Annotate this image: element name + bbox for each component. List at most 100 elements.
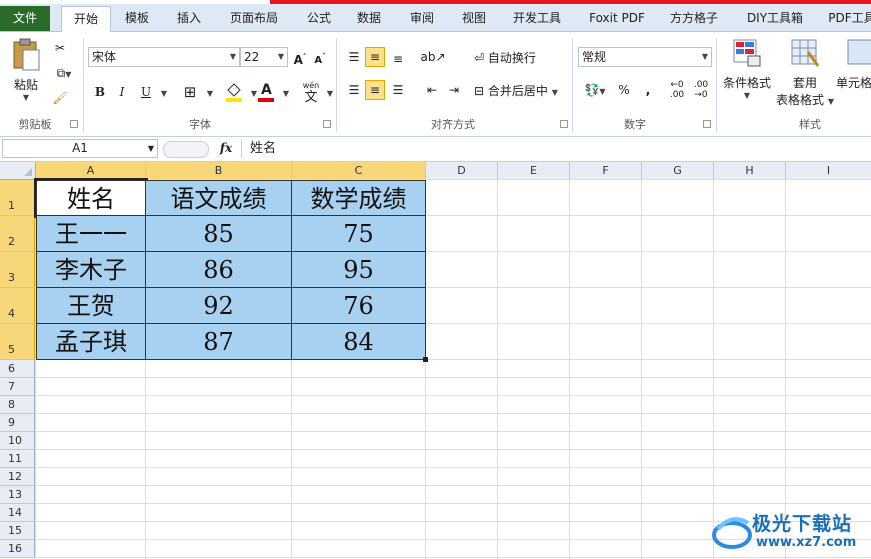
increase-font-button[interactable]: A˄: [290, 47, 310, 67]
fill-color-button[interactable]: [224, 80, 244, 104]
name-box[interactable]: A1 ▼: [2, 139, 158, 158]
border-dropdown[interactable]: ▼: [200, 82, 220, 102]
cell-a5[interactable]: 孟子琪: [36, 324, 146, 360]
font-color-dropdown[interactable]: ▼: [276, 82, 296, 102]
percent-button[interactable]: %: [614, 80, 634, 100]
tab-file[interactable]: 文件: [0, 6, 50, 31]
comma-button[interactable]: ,: [638, 80, 658, 100]
cut-button[interactable]: ✂: [50, 38, 70, 58]
decrease-font-button[interactable]: A˅: [310, 47, 330, 67]
cell-c5[interactable]: 84: [292, 324, 426, 360]
italic-button[interactable]: I: [112, 82, 132, 102]
tab-fangfang-gezi[interactable]: 方方格子: [661, 6, 727, 31]
format-as-table-button[interactable]: 套用 表格格式 ▼: [776, 36, 834, 110]
row-header-11[interactable]: 11: [0, 450, 35, 468]
column-header-c[interactable]: C: [292, 162, 426, 180]
decrease-indent-button[interactable]: ⇤: [422, 80, 442, 100]
align-top-button[interactable]: ☰: [344, 47, 364, 67]
tab-developer[interactable]: 开发工具: [503, 6, 571, 31]
row-header-5[interactable]: 5: [0, 324, 35, 360]
row-header-2[interactable]: 2: [0, 216, 35, 252]
bold-button[interactable]: B: [90, 82, 110, 102]
fill-handle[interactable]: [423, 357, 428, 362]
row-header-6[interactable]: 6: [0, 360, 35, 378]
align-left-button[interactable]: ☰: [344, 80, 364, 100]
tab-home[interactable]: 开始: [61, 6, 111, 32]
column-header-b[interactable]: B: [146, 162, 292, 180]
cell-a4[interactable]: 王贺: [36, 288, 146, 324]
alignment-launcher-icon[interactable]: [560, 120, 568, 128]
insert-function-icon[interactable]: fx: [214, 139, 238, 158]
row-header-14[interactable]: 14: [0, 504, 35, 522]
align-bottom-button[interactable]: ≡: [388, 49, 408, 69]
border-button[interactable]: ⊞: [180, 82, 200, 102]
tab-data[interactable]: 数据: [346, 6, 392, 31]
row-header-8[interactable]: 8: [0, 396, 35, 414]
cell-c3[interactable]: 95: [292, 252, 426, 288]
format-painter-button[interactable]: 🖌: [50, 88, 70, 108]
column-header-g[interactable]: G: [642, 162, 714, 180]
select-all-corner[interactable]: [0, 162, 36, 180]
cell-b3[interactable]: 86: [146, 252, 292, 288]
cell-c1[interactable]: 数学成绩: [292, 180, 426, 216]
decrease-decimal-button[interactable]: .00 →0: [690, 80, 712, 100]
cell-a1[interactable]: 姓名: [34, 178, 148, 218]
tab-pdf-tools[interactable]: PDF工具: [822, 6, 871, 31]
underline-button[interactable]: U: [136, 82, 156, 102]
tab-foxit-pdf[interactable]: Foxit PDF: [582, 6, 652, 31]
font-size-select[interactable]: 22 ▼: [240, 47, 288, 67]
underline-dropdown[interactable]: ▼: [154, 82, 174, 102]
copy-button[interactable]: ⧉▼: [50, 63, 78, 83]
column-header-a[interactable]: A: [36, 162, 146, 180]
tab-formulas[interactable]: 公式: [296, 6, 342, 31]
paste-button[interactable]: 粘贴 ▼: [6, 36, 46, 112]
cell-b4[interactable]: 92: [146, 288, 292, 324]
row-header-9[interactable]: 9: [0, 414, 35, 432]
cell-c2[interactable]: 75: [292, 216, 426, 252]
tab-insert[interactable]: 插入: [166, 6, 212, 31]
cell-b2[interactable]: 85: [146, 216, 292, 252]
row-header-12[interactable]: 12: [0, 468, 35, 486]
orientation-button[interactable]: ab↗: [420, 47, 446, 67]
formula-bar-expander[interactable]: [163, 141, 209, 158]
tab-view[interactable]: 视图: [451, 6, 497, 31]
row-header-16[interactable]: 16: [0, 540, 35, 558]
column-header-f[interactable]: F: [570, 162, 642, 180]
conditional-format-button[interactable]: 条件格式 ▼: [720, 36, 774, 110]
cell-styles-button[interactable]: 单元格: [836, 36, 871, 110]
cell-b1[interactable]: 语文成绩: [146, 180, 292, 216]
cell-a2[interactable]: 王一一: [36, 216, 146, 252]
row-header-7[interactable]: 7: [0, 378, 35, 396]
row-header-15[interactable]: 15: [0, 522, 35, 540]
accounting-format-button[interactable]: 💱▼: [580, 80, 610, 100]
tab-review[interactable]: 审阅: [399, 6, 445, 31]
font-name-select[interactable]: 宋体 ▼: [88, 47, 240, 67]
cell-a3[interactable]: 李木子: [36, 252, 146, 288]
phonetic-dropdown[interactable]: ▼: [320, 82, 340, 102]
cell-b5[interactable]: 87: [146, 324, 292, 360]
number-launcher-icon[interactable]: [703, 120, 711, 128]
row-header-10[interactable]: 10: [0, 432, 35, 450]
formula-input[interactable]: 姓名: [241, 139, 869, 158]
column-header-e[interactable]: E: [498, 162, 570, 180]
merge-center-button[interactable]: ⊟ 合并后居中 ▼: [474, 81, 558, 101]
row-header-1[interactable]: 1: [0, 180, 35, 216]
clipboard-launcher-icon[interactable]: [70, 120, 78, 128]
font-color-button[interactable]: A: [256, 80, 276, 104]
align-right-button[interactable]: ☰: [388, 80, 408, 100]
column-header-i[interactable]: I: [786, 162, 871, 180]
wrap-text-button[interactable]: ⏎ 自动换行: [474, 48, 536, 68]
column-header-h[interactable]: H: [714, 162, 786, 180]
cell-c4[interactable]: 76: [292, 288, 426, 324]
font-launcher-icon[interactable]: [323, 120, 331, 128]
row-header-13[interactable]: 13: [0, 486, 35, 504]
number-format-select[interactable]: 常规 ▼: [578, 47, 712, 67]
increase-decimal-button[interactable]: ←0.00: [666, 80, 688, 100]
column-header-d[interactable]: D: [426, 162, 498, 180]
row-header-4[interactable]: 4: [0, 288, 35, 324]
row-header-3[interactable]: 3: [0, 252, 35, 288]
increase-indent-button[interactable]: ⇥: [444, 80, 464, 100]
tab-page-layout[interactable]: 页面布局: [222, 6, 286, 31]
tab-diy-toolbox[interactable]: DIY工具箱: [735, 6, 815, 31]
tab-templates[interactable]: 模板: [114, 6, 160, 31]
